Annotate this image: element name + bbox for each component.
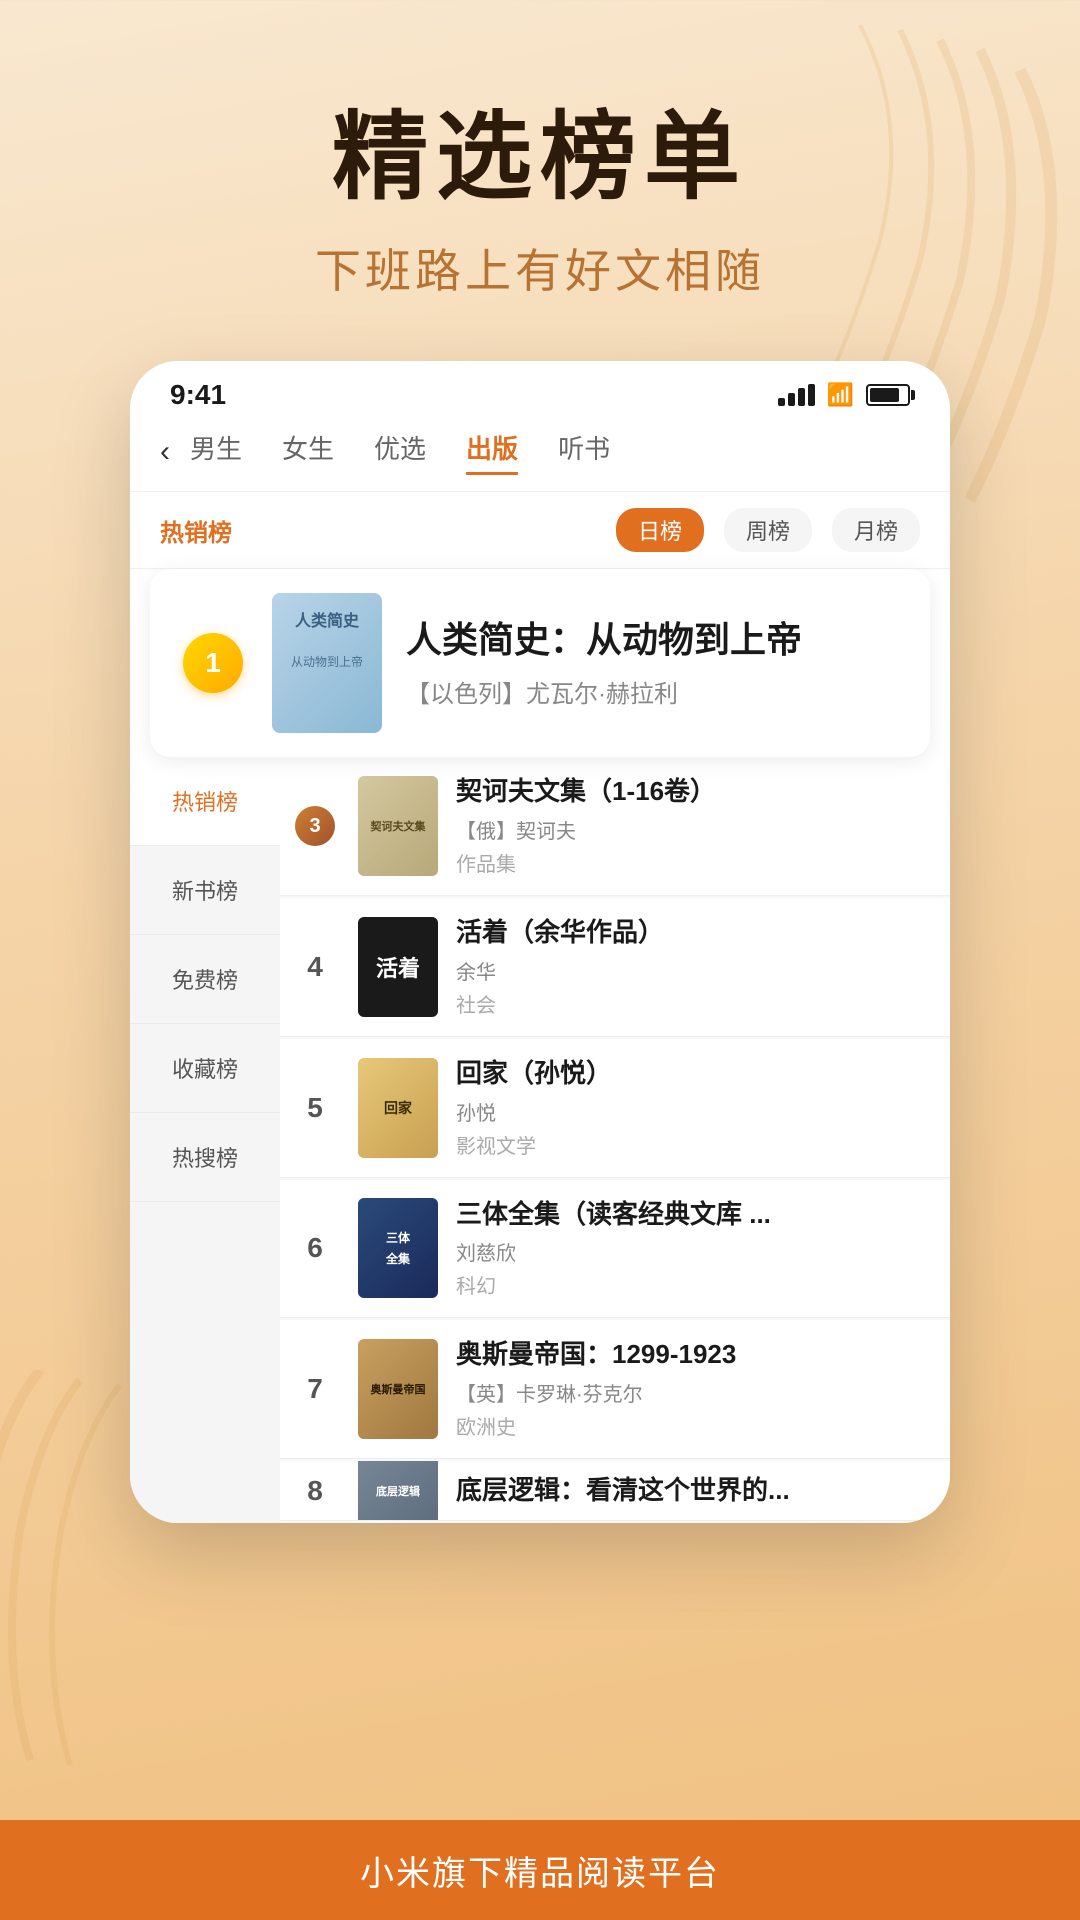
signal-icon — [778, 384, 815, 406]
book-title-santi: 三体全集（读客经典文库 ... — [456, 1198, 940, 1232]
footer-text: 小米旗下精品阅读平台 — [360, 1846, 720, 1895]
sidebar-favorites[interactable]: 收藏榜 — [130, 1024, 280, 1113]
tab-publish[interactable]: 出版 — [466, 429, 518, 475]
list-item[interactable]: 6 三体全集 三体全集（读客经典文库 ... 刘慈欣 科幻 — [280, 1180, 950, 1319]
period-weekly[interactable]: 周榜 — [724, 508, 812, 552]
book-author-huozhe: 余华 — [456, 956, 940, 985]
rank-number-5: 5 — [290, 1092, 340, 1124]
book-cover-1 — [272, 593, 382, 733]
book-genre-huijia: 影视文学 — [456, 1130, 940, 1159]
status-time: 9:41 — [170, 379, 226, 411]
list-item[interactable]: 8 底层逻辑 底层逻辑：看清这个世界的... — [280, 1461, 950, 1521]
book-item-info: 活着（余华作品） 余华 社会 — [456, 916, 940, 1018]
rank-bronze-medal: 3 — [290, 806, 340, 846]
phone-mockup: 9:41 📶 ‹ 男生 女生 优选 出版 听书 热销榜 日榜 — [130, 361, 950, 1523]
book-author-huijia: 孙悦 — [456, 1097, 940, 1126]
tab-audio[interactable]: 听书 — [558, 429, 610, 475]
rank-badge-1: 1 — [178, 628, 248, 698]
book-item-info: 底层逻辑：看清这个世界的... — [456, 1474, 940, 1508]
book-cover-santi: 三体全集 — [358, 1198, 438, 1298]
rank-number-6: 6 — [290, 1232, 340, 1264]
book-cover-huozhe: 活着 — [358, 917, 438, 1017]
book-title-diceng: 底层逻辑：看清这个世界的... — [456, 1474, 940, 1508]
book-list: 3 契诃夫文集 契诃夫文集（1-16卷） 【俄】契诃夫 作品集 4 活着 活着（… — [280, 757, 950, 1523]
list-item[interactable]: 3 契诃夫文集 契诃夫文集（1-16卷） 【俄】契诃夫 作品集 — [280, 757, 950, 896]
nav-tabs: ‹ 男生 女生 优选 出版 听书 — [130, 421, 950, 492]
list-item[interactable]: 5 回家 回家（孙悦） 孙悦 影视文学 — [280, 1039, 950, 1178]
book-genre-ottoman: 欧洲史 — [456, 1411, 940, 1440]
tab-selected[interactable]: 优选 — [374, 429, 426, 475]
sub-nav: 热销榜 日榜 周榜 月榜 — [130, 492, 950, 569]
list-item[interactable]: 4 活着 活着（余华作品） 余华 社会 — [280, 898, 950, 1037]
sidebar-free[interactable]: 免费榜 — [130, 935, 280, 1024]
sidebar-hot-sales[interactable]: 热销榜 — [130, 757, 280, 846]
book-genre-chekhov: 作品集 — [456, 848, 940, 877]
left-sidebar: 热销榜 新书榜 免费榜 收藏榜 热搜榜 — [130, 757, 280, 1523]
book-item-info: 回家（孙悦） 孙悦 影视文学 — [456, 1057, 940, 1159]
tab-male[interactable]: 男生 — [190, 429, 242, 475]
period-monthly[interactable]: 月榜 — [832, 508, 920, 552]
book-author-chekhov: 【俄】契诃夫 — [456, 815, 940, 844]
book-title-chekhov: 契诃夫文集（1-16卷） — [456, 775, 940, 809]
status-bar: 9:41 📶 — [130, 361, 950, 421]
footer: 小米旗下精品阅读平台 — [0, 1820, 1080, 1920]
wifi-icon: 📶 — [827, 382, 854, 408]
rank-number-8: 8 — [290, 1475, 340, 1507]
top-book-author: 【以色列】尤瓦尔·赫拉利 — [406, 674, 902, 709]
book-item-info: 契诃夫文集（1-16卷） 【俄】契诃夫 作品集 — [456, 775, 940, 877]
rank-number-7: 7 — [290, 1373, 340, 1405]
book-genre-huozhe: 社会 — [456, 989, 940, 1018]
top-book-info: 人类简史：从动物到上帝 【以色列】尤瓦尔·赫拉利 — [406, 617, 902, 709]
book-item-info: 三体全集（读客经典文库 ... 刘慈欣 科幻 — [456, 1198, 940, 1300]
sidebar-new-books[interactable]: 新书榜 — [130, 846, 280, 935]
book-author-ottoman: 【英】卡罗琳·芬克尔 — [456, 1378, 940, 1407]
battery-icon — [866, 384, 910, 406]
book-cover-ottoman: 奥斯曼帝国 — [358, 1339, 438, 1439]
hot-sales-label[interactable]: 热销榜 — [160, 513, 232, 548]
top-book-title: 人类简史：从动物到上帝 — [406, 617, 902, 664]
top-book-card[interactable]: 1 人类简史：从动物到上帝 【以色列】尤瓦尔·赫拉利 — [150, 569, 930, 757]
content-area: 热销榜 新书榜 免费榜 收藏榜 热搜榜 3 契诃夫文集 契诃夫文集（1-16卷）… — [130, 757, 950, 1523]
book-cover-huijia: 回家 — [358, 1058, 438, 1158]
back-button[interactable]: ‹ — [160, 435, 170, 469]
list-item[interactable]: 7 奥斯曼帝国 奥斯曼帝国：1299-1923 【英】卡罗琳·芬克尔 欧洲史 — [280, 1320, 950, 1459]
status-icons: 📶 — [778, 382, 910, 408]
book-author-santi: 刘慈欣 — [456, 1237, 940, 1266]
book-title-huijia: 回家（孙悦） — [456, 1057, 940, 1091]
book-cover-chekhov: 契诃夫文集 — [358, 776, 438, 876]
book-title-ottoman: 奥斯曼帝国：1299-1923 — [456, 1338, 940, 1372]
sidebar-trending[interactable]: 热搜榜 — [130, 1113, 280, 1202]
tab-items: 男生 女生 优选 出版 听书 — [190, 429, 610, 475]
tab-female[interactable]: 女生 — [282, 429, 334, 475]
period-daily[interactable]: 日榜 — [616, 508, 704, 552]
book-cover-diceng: 底层逻辑 — [358, 1461, 438, 1521]
book-item-info: 奥斯曼帝国：1299-1923 【英】卡罗琳·芬克尔 欧洲史 — [456, 1338, 940, 1440]
rank-1-medal: 1 — [183, 633, 243, 693]
book-title-huozhe: 活着（余华作品） — [456, 916, 940, 950]
rank-number-4: 4 — [290, 951, 340, 983]
book-genre-santi: 科幻 — [456, 1270, 940, 1299]
